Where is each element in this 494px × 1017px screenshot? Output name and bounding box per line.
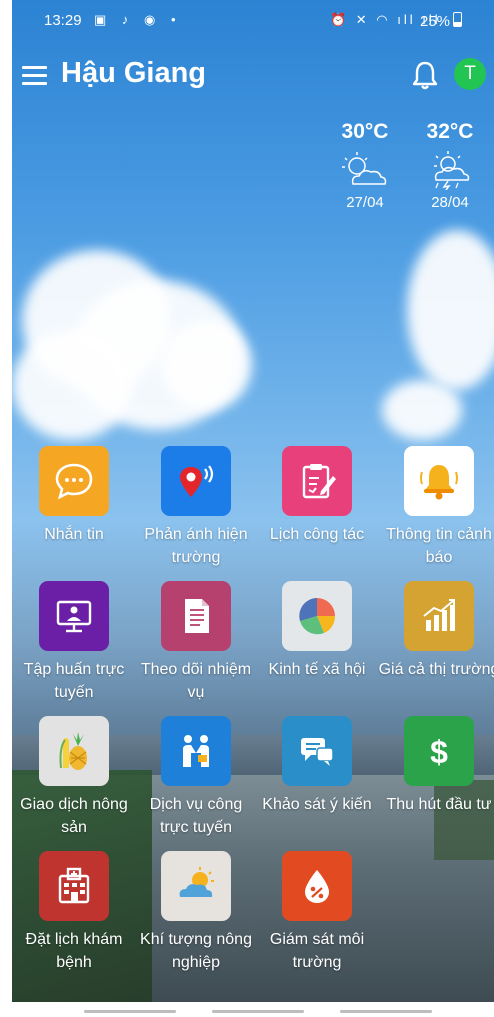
document-icon	[161, 581, 231, 651]
pineapple-corn-icon	[39, 716, 109, 786]
app-thong-tin-canh-bao[interactable]: Thông tin cảnh báo	[377, 446, 494, 569]
nav-back-button[interactable]	[340, 1010, 432, 1013]
weather-date: 27/04	[346, 194, 384, 211]
app-label: Thông tin cảnh báo	[386, 526, 492, 566]
weather-temp: 32°C	[426, 120, 474, 143]
nav-recents-button[interactable]	[84, 1010, 176, 1013]
app-tap-huan-truc-tuyen[interactable]: Tập huấn trực tuyến	[12, 581, 136, 704]
dollar-icon: $	[404, 716, 474, 786]
app-label: Phản ánh hiện trường	[144, 526, 248, 566]
app-gia-ca-thi-truong[interactable]: Giá cả thị trường	[377, 581, 494, 681]
survey-chat-icon	[282, 716, 352, 786]
sun-cloud-icon	[161, 851, 231, 921]
app-label: Kinh tế xã hội	[268, 661, 366, 678]
battery-level: 25%	[420, 13, 451, 30]
app-phan-anh-hien-truong[interactable]: Phản ánh hiện trường	[134, 446, 258, 569]
status-time: 13:29	[44, 12, 82, 29]
hospital-icon	[39, 851, 109, 921]
app-khi-tuong-nong-nghiep[interactable]: Khí tượng nông nghiệp	[134, 851, 258, 974]
system-nav-bar	[0, 1002, 494, 1017]
app-label: Nhắn tin	[44, 526, 104, 543]
battery-icon	[453, 12, 463, 27]
pie-chart-icon	[282, 581, 352, 651]
app-label: Thu hút đầu tư	[386, 796, 492, 813]
app-screen: 13:29 ▣ ♪ ◉ • ⏰ ✕ ◠ ıll ıll 25% Hậu Gian…	[12, 0, 494, 1002]
clipboard-edit-icon	[282, 446, 352, 516]
app-dich-vu-cong-truc-tuyen[interactable]: Dịch vụ công trực tuyến	[134, 716, 258, 839]
weather-date: 28/04	[431, 194, 469, 211]
thunderstorm-sun-icon	[434, 151, 470, 190]
app-giao-dich-nong-san[interactable]: Giao dịch nông sản	[12, 716, 136, 839]
online-training-icon	[39, 581, 109, 651]
notification-bell-icon[interactable]	[412, 60, 438, 90]
notification-icons: ▣ ♪ ◉ •	[94, 12, 182, 27]
app-label: Giám sát môi trường	[269, 931, 365, 971]
app-kinh-te-xa-hoi[interactable]: Kinh tế xã hội	[255, 581, 379, 681]
app-giam-sat-moi-truong[interactable]: Giám sát môi trường	[255, 851, 379, 974]
app-label: Giá cả thị trường	[378, 661, 494, 678]
app-label: Khí tượng nông nghiệp	[140, 931, 252, 971]
app-khao-sat-y-kien[interactable]: Khảo sát ý kiến	[255, 716, 379, 816]
app-theo-doi-nhiem-vu[interactable]: Theo dõi nhiệm vụ	[134, 581, 258, 704]
app-label: Lịch công tác	[269, 526, 365, 543]
page-title: Hậu Giang	[61, 57, 207, 89]
app-label: Dịch vụ công trực tuyến	[149, 796, 243, 836]
app-label: Theo dõi nhiệm vụ	[140, 661, 252, 701]
alarm-bell-icon	[404, 446, 474, 516]
app-label: Khảo sát ý kiến	[262, 796, 372, 813]
app-thu-hut-dau-tu[interactable]: $ Thu hút đầu tư	[377, 716, 494, 816]
user-avatar[interactable]: T	[454, 58, 486, 90]
app-label: Tập huấn trực tuyến	[23, 661, 125, 701]
water-drop-percent-icon	[282, 851, 352, 921]
battery-indicator: 25%	[420, 12, 463, 30]
weather-temp: 30°C	[341, 120, 389, 143]
location-pin-icon	[161, 446, 231, 516]
chat-bubble-icon	[39, 446, 109, 516]
app-label: Giao dịch nông sản	[20, 796, 128, 836]
people-service-icon	[161, 716, 231, 786]
app-label: Đặt lịch khám bệnh	[25, 931, 123, 971]
weather-day-2: 32°C 28/04	[412, 120, 488, 211]
bar-chart-rising-icon	[404, 581, 474, 651]
app-lich-cong-tac[interactable]: Lịch công tác	[255, 446, 379, 546]
app-nhan-tin[interactable]: Nhắn tin	[12, 446, 136, 546]
app-dat-lich-kham-benh[interactable]: Đặt lịch khám bệnh	[12, 851, 136, 974]
weather-day-1: 30°C 27/04	[327, 120, 403, 211]
app-header: Hậu Giang T	[12, 48, 494, 102]
partly-sunny-icon	[342, 152, 387, 185]
hamburger-menu-icon[interactable]	[22, 66, 47, 86]
nav-home-button[interactable]	[212, 1010, 304, 1013]
status-bar: 13:29 ▣ ♪ ◉ • ⏰ ✕ ◠ ıll ıll 25%	[12, 0, 494, 40]
svg-text:$: $	[430, 734, 448, 770]
